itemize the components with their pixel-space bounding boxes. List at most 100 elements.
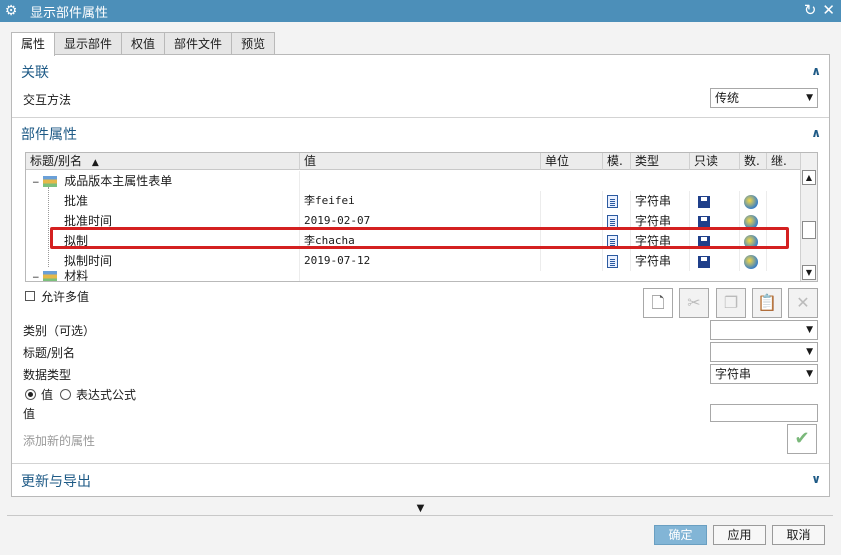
table-header: 标题/别名 ▲ 值 单位 模. 类型 只读 数. 继. <box>26 153 801 170</box>
group-row[interactable]: − 成品版本主属性表单 <box>26 171 801 191</box>
globe-icon[interactable] <box>744 254 758 269</box>
dropdown-arrow-icon: ▼ <box>806 347 813 357</box>
divider <box>12 463 829 464</box>
apply-button[interactable]: 应用 <box>713 525 766 545</box>
allow-multiple-checkbox[interactable] <box>25 291 35 301</box>
column-header-title[interactable]: 标题/别名 ▲ <box>26 153 300 170</box>
tab-attributes[interactable]: 属性 <box>11 32 56 56</box>
column-header-value[interactable]: 值 <box>300 153 541 170</box>
table-row[interactable]: 批准时间 2019-02-07 字符串 <box>26 211 801 231</box>
lock-save-icon[interactable] <box>698 215 710 228</box>
document-icon[interactable] <box>607 235 618 248</box>
column-header-readonly[interactable]: 只读 <box>690 153 740 170</box>
ok-button[interactable]: 确定 <box>654 525 707 545</box>
document-icon[interactable] <box>607 195 618 208</box>
radio-value-label: 值 <box>41 388 54 402</box>
datatype-select[interactable]: 字符串 ▼ <box>710 364 818 384</box>
value-label: 值 <box>23 407 36 421</box>
attributes-table: 标题/别名 ▲ 值 单位 模. 类型 只读 数. 继. − 成品版本主属性表单 … <box>25 152 818 282</box>
radio-expression-label: 表达式公式 <box>76 388 137 402</box>
column-header-inherit[interactable]: 继. <box>767 153 801 170</box>
divider <box>12 117 829 118</box>
lock-save-icon[interactable] <box>698 235 710 248</box>
scroll-down-icon[interactable]: ▼ <box>802 265 816 280</box>
row-value[interactable]: 李chacha <box>300 231 541 251</box>
title-alias-select[interactable]: ▼ <box>710 342 818 362</box>
expand-arrow-icon[interactable]: ▼ <box>0 498 841 520</box>
new-attribute-button[interactable]: 🗋 <box>643 288 673 318</box>
new-document-icon: 🗋 <box>651 293 665 312</box>
chevron-up-icon[interactable]: ∧ <box>811 126 821 140</box>
row-unit <box>541 231 603 251</box>
copy-button[interactable]: ❐ <box>716 288 746 318</box>
globe-icon[interactable] <box>744 194 758 209</box>
tab-display-part[interactable]: 显示部件 <box>54 32 123 55</box>
collapse-icon[interactable]: − <box>32 178 40 188</box>
category-select[interactable]: ▼ <box>710 320 818 340</box>
tab-part-file[interactable]: 部件文件 <box>164 32 233 55</box>
radio-value[interactable] <box>25 389 36 400</box>
row-unit <box>541 191 603 211</box>
window-title: 显示部件属性 <box>30 5 109 21</box>
row-type: 字符串 <box>631 211 690 231</box>
row-type: 字符串 <box>631 191 690 211</box>
copy-icon: ❐ <box>723 293 739 312</box>
group-label: 成品版本主属性表单 <box>64 174 173 188</box>
row-title: 拟制 <box>26 231 300 251</box>
lock-save-icon[interactable] <box>698 195 710 208</box>
attributes-panel: 关联 ∧ 交互方法 传统 ▼ 部件属性 ∧ 标题/别名 ▲ 值 单位 模. 类型… <box>11 54 830 497</box>
scroll-up-icon[interactable]: ▲ <box>802 170 816 185</box>
column-header-mode[interactable]: 模. <box>603 153 631 170</box>
collapse-icon[interactable]: − <box>32 273 40 281</box>
update-export-header[interactable]: 更新与导出 <box>21 471 91 491</box>
table-row[interactable]: 拟制 李chacha 字符串 <box>26 231 801 251</box>
chevron-down-icon[interactable]: ∨ <box>811 472 821 486</box>
column-header-unit[interactable]: 单位 <box>541 153 603 170</box>
row-title: 批准时间 <box>26 211 300 231</box>
group-row[interactable]: − 材料 <box>26 269 801 281</box>
table-row[interactable]: 拟制时间 2019-07-12 字符串 <box>26 251 801 271</box>
add-attribute-button[interactable]: ✔ <box>787 424 817 454</box>
reset-icon[interactable]: ↻ <box>804 1 817 19</box>
value-input[interactable] <box>710 404 818 422</box>
dropdown-arrow-icon: ▼ <box>806 325 813 335</box>
globe-icon[interactable] <box>744 234 758 249</box>
document-icon[interactable] <box>607 255 618 268</box>
datatype-label: 数据类型 <box>23 368 72 382</box>
paste-button[interactable]: 📋 <box>752 288 782 318</box>
dropdown-arrow-icon: ▼ <box>806 93 813 103</box>
close-icon[interactable]: ✕ <box>822 1 835 19</box>
delete-button[interactable]: ✕ <box>788 288 818 318</box>
sort-up-icon: ▲ <box>91 158 99 168</box>
radio-expression[interactable] <box>60 389 71 400</box>
method-label: 交互方法 <box>23 93 72 107</box>
column-header-type[interactable]: 类型 <box>631 153 690 170</box>
method-select[interactable]: 传统 ▼ <box>710 88 818 108</box>
tab-weight[interactable]: 权值 <box>121 32 166 55</box>
dropdown-arrow-icon: ▼ <box>806 369 813 379</box>
association-header[interactable]: 关联 <box>21 62 49 82</box>
scroll-thumb[interactable] <box>802 221 816 239</box>
table-scrollbar[interactable]: ▲ ▼ <box>800 153 817 281</box>
cut-button[interactable]: ✂ <box>679 288 709 318</box>
scissors-icon: ✂ <box>687 293 701 312</box>
paste-icon: 📋 <box>757 293 777 312</box>
row-value[interactable]: 2019-02-07 <box>300 211 541 231</box>
table-row[interactable]: 批准 李feifei 字符串 <box>26 191 801 211</box>
row-title: 拟制时间 <box>26 251 300 271</box>
cancel-button[interactable]: 取消 <box>772 525 825 545</box>
datatype-value: 字符串 <box>715 367 752 381</box>
row-value[interactable]: 李feifei <box>300 191 541 211</box>
gear-icon: ⚙ <box>4 3 18 19</box>
tab-preview[interactable]: 预览 <box>231 32 276 55</box>
allow-multiple-label: 允许多值 <box>41 290 90 304</box>
part-attributes-header[interactable]: 部件属性 <box>21 124 77 144</box>
globe-icon[interactable] <box>744 214 758 229</box>
document-icon[interactable] <box>607 215 618 228</box>
column-header-count[interactable]: 数. <box>740 153 767 170</box>
form-icon <box>43 176 58 187</box>
chevron-up-icon[interactable]: ∧ <box>811 64 821 78</box>
lock-save-icon[interactable] <box>698 255 710 268</box>
row-value[interactable]: 2019-07-12 <box>300 251 541 271</box>
method-value: 传统 <box>715 91 740 105</box>
